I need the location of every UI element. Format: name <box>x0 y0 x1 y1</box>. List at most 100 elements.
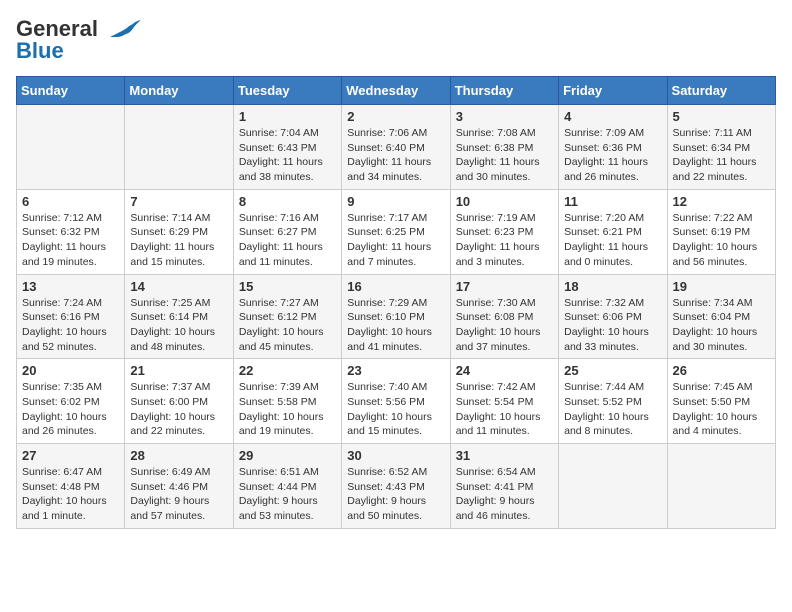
day-number: 26 <box>673 363 770 378</box>
calendar-cell: 25 Sunrise: 7:44 AM Sunset: 5:52 PM Dayli… <box>559 359 667 444</box>
page-header: General Blue <box>16 16 776 64</box>
calendar-cell: 19 Sunrise: 7:34 AM Sunset: 6:04 PM Dayli… <box>667 274 775 359</box>
calendar-cell: 1Sunrise: 7:04 AM Sunset: 6:43 PM Daylig… <box>233 105 341 190</box>
calendar-cell: 31Sunrise: 6:54 AM Sunset: 4:41 PM Dayli… <box>450 444 558 529</box>
day-number: 8 <box>239 194 336 209</box>
day-info: Sunrise: 7:19 AM Sunset: 6:23 PM Dayligh… <box>456 211 553 270</box>
calendar-cell: 28 Sunrise: 6:49 AM Sunset: 4:46 PM Dayli… <box>125 444 233 529</box>
day-info: Sunrise: 7:37 AM Sunset: 6:00 PM Dayligh… <box>130 380 227 439</box>
calendar-cell: 21 Sunrise: 7:37 AM Sunset: 6:00 PM Dayli… <box>125 359 233 444</box>
day-number: 5 <box>673 109 770 124</box>
calendar-cell: 29 Sunrise: 6:51 AM Sunset: 4:44 PM Dayli… <box>233 444 341 529</box>
day-number: 24 <box>456 363 553 378</box>
day-info: Sunrise: 6:54 AM Sunset: 4:41 PM Dayligh… <box>456 465 553 524</box>
calendar-cell: 2 Sunrise: 7:06 AM Sunset: 6:40 PM Daylig… <box>342 105 450 190</box>
calendar-cell: 12 Sunrise: 7:22 AM Sunset: 6:19 PM Dayli… <box>667 189 775 274</box>
day-number: 30 <box>347 448 444 463</box>
day-info: Sunrise: 7:08 AM Sunset: 6:38 PM Dayligh… <box>456 126 553 185</box>
calendar-cell: 30 Sunrise: 6:52 AM Sunset: 4:43 PM Dayli… <box>342 444 450 529</box>
day-info: Sunrise: 7:24 AM Sunset: 6:16 PM Dayligh… <box>22 296 119 355</box>
calendar-week-row: 20Sunrise: 7:35 AM Sunset: 6:02 PM Dayli… <box>17 359 776 444</box>
logo: General Blue <box>16 16 142 64</box>
day-number: 27 <box>22 448 119 463</box>
day-of-week-header: Thursday <box>450 77 558 105</box>
day-number: 1 <box>239 109 336 124</box>
day-info: Sunrise: 7:27 AM Sunset: 6:12 PM Dayligh… <box>239 296 336 355</box>
day-number: 3 <box>456 109 553 124</box>
day-info: Sunrise: 7:17 AM Sunset: 6:25 PM Dayligh… <box>347 211 444 270</box>
calendar-week-row: 6 Sunrise: 7:12 AM Sunset: 6:32 PM Daylig… <box>17 189 776 274</box>
calendar-cell: 4Sunrise: 7:09 AM Sunset: 6:36 PM Daylig… <box>559 105 667 190</box>
day-number: 12 <box>673 194 770 209</box>
day-number: 23 <box>347 363 444 378</box>
logo-blue-text: Blue <box>16 38 64 64</box>
day-info: Sunrise: 6:52 AM Sunset: 4:43 PM Dayligh… <box>347 465 444 524</box>
day-number: 28 <box>130 448 227 463</box>
day-of-week-header: Monday <box>125 77 233 105</box>
day-of-week-header: Tuesday <box>233 77 341 105</box>
day-info: Sunrise: 6:49 AM Sunset: 4:46 PM Dayligh… <box>130 465 227 524</box>
day-info: Sunrise: 6:51 AM Sunset: 4:44 PM Dayligh… <box>239 465 336 524</box>
day-number: 7 <box>130 194 227 209</box>
day-number: 13 <box>22 279 119 294</box>
day-of-week-header: Saturday <box>667 77 775 105</box>
calendar-cell: 24 Sunrise: 7:42 AM Sunset: 5:54 PM Dayli… <box>450 359 558 444</box>
day-info: Sunrise: 7:25 AM Sunset: 6:14 PM Dayligh… <box>130 296 227 355</box>
day-number: 6 <box>22 194 119 209</box>
calendar-week-row: 13 Sunrise: 7:24 AM Sunset: 6:16 PM Dayli… <box>17 274 776 359</box>
day-number: 29 <box>239 448 336 463</box>
calendar-cell: 13 Sunrise: 7:24 AM Sunset: 6:16 PM Dayli… <box>17 274 125 359</box>
day-info: Sunrise: 7:14 AM Sunset: 6:29 PM Dayligh… <box>130 211 227 270</box>
calendar-week-row: 27 Sunrise: 6:47 AM Sunset: 4:48 PM Dayli… <box>17 444 776 529</box>
calendar-cell: 6 Sunrise: 7:12 AM Sunset: 6:32 PM Daylig… <box>17 189 125 274</box>
calendar-cell <box>17 105 125 190</box>
day-info: Sunrise: 7:12 AM Sunset: 6:32 PM Dayligh… <box>22 211 119 270</box>
calendar-cell: 5 Sunrise: 7:11 AM Sunset: 6:34 PM Daylig… <box>667 105 775 190</box>
day-number: 17 <box>456 279 553 294</box>
calendar-cell: 23 Sunrise: 7:40 AM Sunset: 5:56 PM Dayli… <box>342 359 450 444</box>
day-info: Sunrise: 7:45 AM Sunset: 5:50 PM Dayligh… <box>673 380 770 439</box>
day-info: Sunrise: 7:06 AM Sunset: 6:40 PM Dayligh… <box>347 126 444 185</box>
day-number: 21 <box>130 363 227 378</box>
calendar-cell <box>667 444 775 529</box>
day-info: Sunrise: 7:11 AM Sunset: 6:34 PM Dayligh… <box>673 126 770 185</box>
day-info: Sunrise: 7:34 AM Sunset: 6:04 PM Dayligh… <box>673 296 770 355</box>
days-header-row: SundayMondayTuesdayWednesdayThursdayFrid… <box>17 77 776 105</box>
day-of-week-header: Sunday <box>17 77 125 105</box>
day-of-week-header: Wednesday <box>342 77 450 105</box>
calendar-cell: 26 Sunrise: 7:45 AM Sunset: 5:50 PM Dayli… <box>667 359 775 444</box>
day-info: Sunrise: 7:09 AM Sunset: 6:36 PM Dayligh… <box>564 126 661 185</box>
day-info: Sunrise: 7:32 AM Sunset: 6:06 PM Dayligh… <box>564 296 661 355</box>
calendar-cell: 14Sunrise: 7:25 AM Sunset: 6:14 PM Dayli… <box>125 274 233 359</box>
day-number: 9 <box>347 194 444 209</box>
day-number: 18 <box>564 279 661 294</box>
day-info: Sunrise: 6:47 AM Sunset: 4:48 PM Dayligh… <box>22 465 119 524</box>
calendar-cell: 11 Sunrise: 7:20 AM Sunset: 6:21 PM Dayli… <box>559 189 667 274</box>
day-info: Sunrise: 7:16 AM Sunset: 6:27 PM Dayligh… <box>239 211 336 270</box>
calendar-cell: 17 Sunrise: 7:30 AM Sunset: 6:08 PM Dayli… <box>450 274 558 359</box>
calendar-cell: 3 Sunrise: 7:08 AM Sunset: 6:38 PM Daylig… <box>450 105 558 190</box>
day-info: Sunrise: 7:30 AM Sunset: 6:08 PM Dayligh… <box>456 296 553 355</box>
day-of-week-header: Friday <box>559 77 667 105</box>
calendar-week-row: 1Sunrise: 7:04 AM Sunset: 6:43 PM Daylig… <box>17 105 776 190</box>
day-number: 2 <box>347 109 444 124</box>
day-number: 11 <box>564 194 661 209</box>
day-number: 10 <box>456 194 553 209</box>
day-number: 16 <box>347 279 444 294</box>
day-number: 25 <box>564 363 661 378</box>
day-info: Sunrise: 7:40 AM Sunset: 5:56 PM Dayligh… <box>347 380 444 439</box>
day-info: Sunrise: 7:42 AM Sunset: 5:54 PM Dayligh… <box>456 380 553 439</box>
day-number: 20 <box>22 363 119 378</box>
day-info: Sunrise: 7:20 AM Sunset: 6:21 PM Dayligh… <box>564 211 661 270</box>
calendar-cell: 27 Sunrise: 6:47 AM Sunset: 4:48 PM Dayli… <box>17 444 125 529</box>
calendar-cell <box>125 105 233 190</box>
calendar-cell: 9 Sunrise: 7:17 AM Sunset: 6:25 PM Daylig… <box>342 189 450 274</box>
calendar-cell: 20Sunrise: 7:35 AM Sunset: 6:02 PM Dayli… <box>17 359 125 444</box>
day-info: Sunrise: 7:44 AM Sunset: 5:52 PM Dayligh… <box>564 380 661 439</box>
day-info: Sunrise: 7:22 AM Sunset: 6:19 PM Dayligh… <box>673 211 770 270</box>
calendar-cell: 7 Sunrise: 7:14 AM Sunset: 6:29 PM Daylig… <box>125 189 233 274</box>
day-number: 15 <box>239 279 336 294</box>
day-number: 19 <box>673 279 770 294</box>
calendar-cell: 8 Sunrise: 7:16 AM Sunset: 6:27 PM Daylig… <box>233 189 341 274</box>
calendar-cell: 22Sunrise: 7:39 AM Sunset: 5:58 PM Dayli… <box>233 359 341 444</box>
